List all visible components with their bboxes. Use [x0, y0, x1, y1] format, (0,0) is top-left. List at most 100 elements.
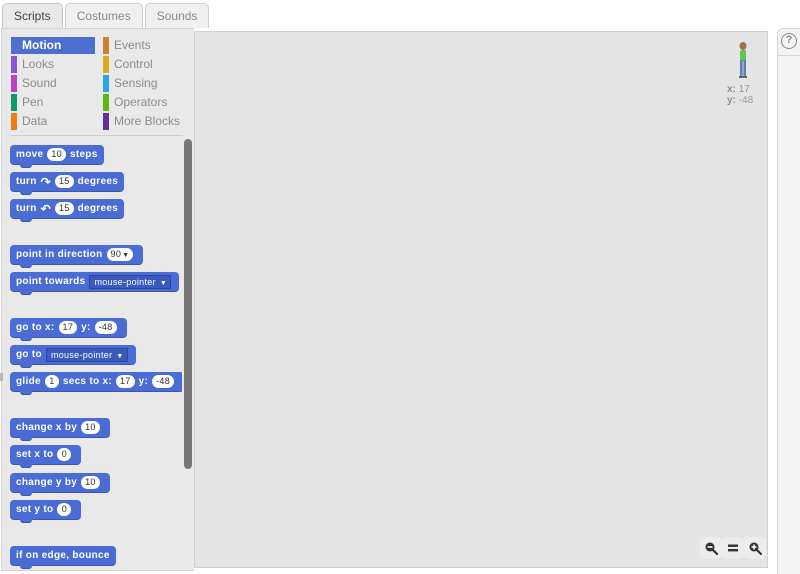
target-value: mouse-pointer: [94, 276, 156, 287]
category-pen[interactable]: Pen: [11, 94, 95, 111]
equals-icon: [728, 544, 738, 552]
block-change-x[interactable]: change x by 10: [10, 418, 110, 441]
block-glide[interactable]: glide 1 secs to x: 17 y: -48: [10, 372, 182, 395]
block-text: change x by: [16, 422, 78, 433]
category-data[interactable]: Data: [11, 113, 95, 130]
category-label: More Blocks: [114, 114, 181, 128]
block-turn-left[interactable]: turn ↶ 15 degrees: [10, 199, 125, 222]
block-go-to-xy[interactable]: go to x: 17 y: -48: [10, 318, 127, 341]
category-label: Operators: [114, 95, 168, 109]
block-point-in-direction[interactable]: point in direction 90▼: [10, 245, 144, 268]
zoom-controls: [700, 537, 766, 559]
category-color-swatch: [11, 113, 17, 130]
block-text: go to x:: [16, 322, 55, 333]
tab-sounds[interactable]: Sounds: [144, 3, 210, 28]
rotate-counterclockwise-icon: ↶: [40, 201, 51, 216]
category-sensing[interactable]: Sensing: [103, 75, 187, 92]
category-label: Pen: [22, 95, 44, 109]
category-label: Data: [22, 114, 48, 128]
degrees-input[interactable]: 15: [55, 175, 74, 188]
block-change-y[interactable]: change y by 10: [10, 473, 110, 496]
target-dropdown[interactable]: mouse-pointer ▼: [45, 347, 128, 362]
help-button[interactable]: ?: [781, 33, 797, 49]
category-color-swatch: [11, 75, 17, 92]
category-label: Events: [114, 38, 151, 52]
block-text: y:: [138, 376, 149, 387]
degrees-input[interactable]: 15: [55, 202, 74, 215]
y-input[interactable]: 0: [57, 503, 72, 516]
block-text: change y by: [16, 477, 78, 488]
block-palette: Motion Looks Sound Pen Data Events Contr…: [1, 28, 194, 571]
x-value: 17: [738, 84, 750, 95]
dropdown-arrow-icon: ▼: [116, 352, 124, 360]
zoom-in-icon: [749, 542, 762, 555]
zoom-in-button[interactable]: [744, 537, 766, 559]
x-input[interactable]: 17: [58, 321, 78, 334]
direction-value: 90: [110, 249, 122, 259]
category-looks[interactable]: Looks: [11, 56, 95, 73]
x-label: x:: [727, 84, 736, 95]
block-point-towards[interactable]: point towards mouse-pointer ▼: [10, 272, 180, 295]
y-value: -48: [738, 95, 754, 106]
zoom-out-button[interactable]: [700, 537, 722, 559]
block-list: move 10 steps turn ↷ 15 degrees turn ↶ 1…: [2, 139, 182, 571]
category-events[interactable]: Events: [103, 37, 187, 54]
category-color-swatch: [103, 94, 109, 111]
block-text: turn: [16, 203, 37, 214]
category-control[interactable]: Control: [103, 56, 187, 73]
category-motion[interactable]: Motion: [11, 37, 95, 54]
block-turn-right[interactable]: turn ↷ 15 degrees: [10, 172, 125, 195]
sprite-coordinates: x: 17 y: -48: [727, 84, 753, 106]
category-sound[interactable]: Sound: [11, 75, 95, 92]
target-dropdown[interactable]: mouse-pointer ▼: [89, 274, 172, 289]
scratch-editor: Scripts Costumes Sounds Motion Looks Sou…: [0, 0, 800, 574]
tab-costumes[interactable]: Costumes: [64, 3, 143, 28]
y-input[interactable]: -48: [152, 375, 175, 388]
palette-scrollbar-thumb[interactable]: [184, 139, 192, 469]
category-operators[interactable]: Operators: [103, 94, 187, 111]
block-text: degrees: [77, 203, 119, 214]
block-text: point in direction: [16, 249, 103, 260]
x-input[interactable]: 0: [57, 448, 72, 461]
x-input[interactable]: 10: [81, 421, 100, 434]
category-label: Looks: [22, 57, 55, 71]
category-color-swatch: [103, 113, 109, 130]
scripts-area[interactable]: x: 17 y: -48: [194, 31, 768, 568]
block-text: move: [16, 149, 44, 160]
block-text: go to: [16, 349, 42, 360]
block-if-on-edge-bounce[interactable]: if on edge, bounce: [10, 546, 116, 569]
secs-input[interactable]: 1: [44, 375, 59, 388]
block-text: if on edge, bounce: [16, 550, 110, 561]
block-set-y[interactable]: set y to 0: [10, 500, 82, 523]
zoom-out-icon: [705, 542, 718, 555]
block-text: turn: [16, 176, 37, 187]
sprite-thumbnail: [739, 42, 747, 78]
tab-scripts[interactable]: Scripts: [2, 3, 63, 29]
category-color-swatch: [11, 56, 17, 73]
help-divider: [778, 55, 800, 56]
y-input[interactable]: -48: [94, 321, 117, 334]
category-color-swatch: [103, 37, 109, 54]
steps-input[interactable]: 10: [47, 148, 66, 161]
category-label: Control: [114, 57, 153, 71]
block-text: set x to: [16, 449, 54, 460]
y-input[interactable]: 10: [81, 476, 100, 489]
block-go-to[interactable]: go to mouse-pointer ▼: [10, 345, 136, 368]
block-move-steps[interactable]: move 10 steps: [10, 145, 104, 168]
block-text: steps: [69, 149, 98, 160]
category-label: Motion: [22, 38, 62, 52]
target-value: mouse-pointer: [50, 349, 113, 360]
category-color-swatch: [103, 56, 109, 73]
block-text: set y to: [16, 504, 54, 515]
x-input[interactable]: 17: [115, 375, 135, 388]
category-more-blocks[interactable]: More Blocks: [103, 113, 187, 130]
resize-handle[interactable]: [0, 373, 3, 381]
block-text: secs to x:: [62, 376, 112, 387]
block-set-x[interactable]: set x to 0: [10, 445, 82, 468]
palette-divider: [11, 135, 183, 136]
category-color-swatch: [103, 75, 109, 92]
direction-dropdown[interactable]: 90▼: [106, 248, 134, 261]
zoom-reset-button[interactable]: [722, 537, 744, 559]
block-text: y:: [81, 322, 91, 333]
category-color-swatch: [11, 94, 17, 111]
